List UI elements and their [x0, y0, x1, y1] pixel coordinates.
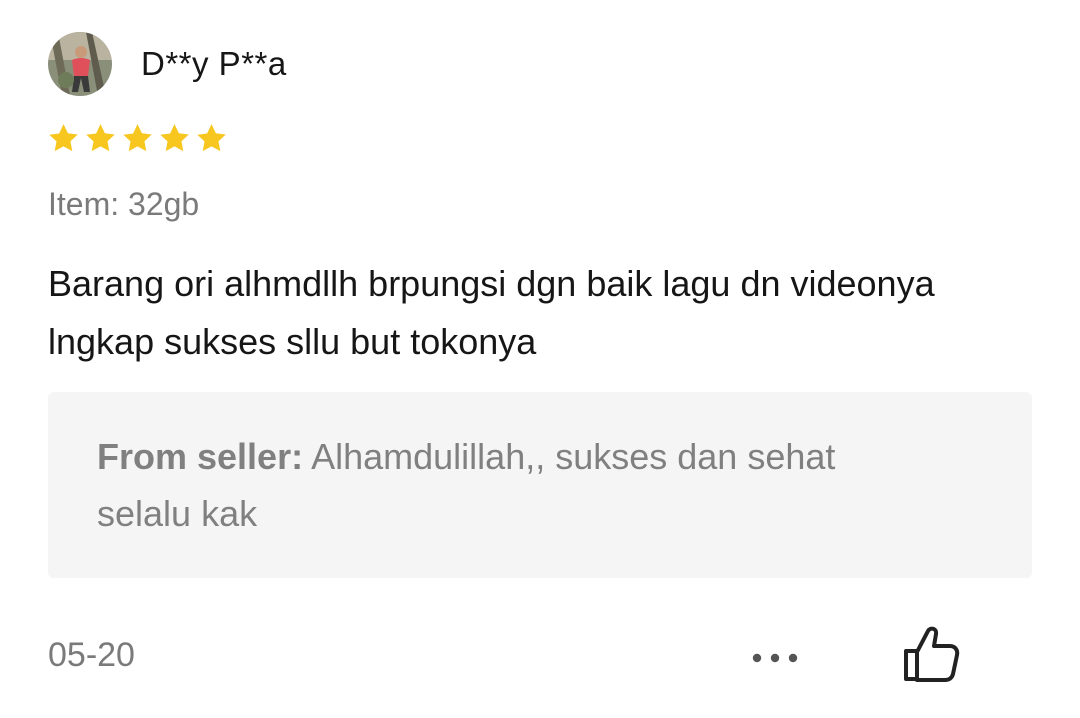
avatar-image	[48, 32, 112, 96]
seller-reply: From seller: Alhamdulillah,, sukses dan …	[97, 428, 927, 542]
star-icon	[122, 123, 153, 153]
like-button[interactable]	[900, 625, 960, 683]
review-card: D**y P**a Item: 32gb Barang ori alhmdllh…	[0, 0, 1080, 718]
seller-reply-prefix: From seller:	[97, 436, 304, 477]
more-options-button[interactable]	[749, 648, 801, 668]
star-icon	[48, 123, 79, 153]
seller-reply-box: From seller: Alhamdulillah,, sukses dan …	[48, 392, 1032, 578]
star-icon	[85, 123, 116, 153]
more-dots-icon	[752, 653, 798, 663]
review-date: 05-20	[48, 636, 135, 674]
star-icon	[196, 123, 227, 153]
review-text: Barang ori alhmdllh brpungsi dgn baik la…	[48, 263, 935, 362]
star-icon	[159, 123, 190, 153]
item-variant: Item: 32gb	[48, 186, 200, 222]
thumbs-up-icon	[904, 626, 960, 682]
avatar[interactable]	[48, 32, 112, 96]
review-header: D**y P**a	[48, 32, 287, 96]
star-rating	[48, 123, 227, 153]
reviewer-name: D**y P**a	[141, 45, 287, 82]
